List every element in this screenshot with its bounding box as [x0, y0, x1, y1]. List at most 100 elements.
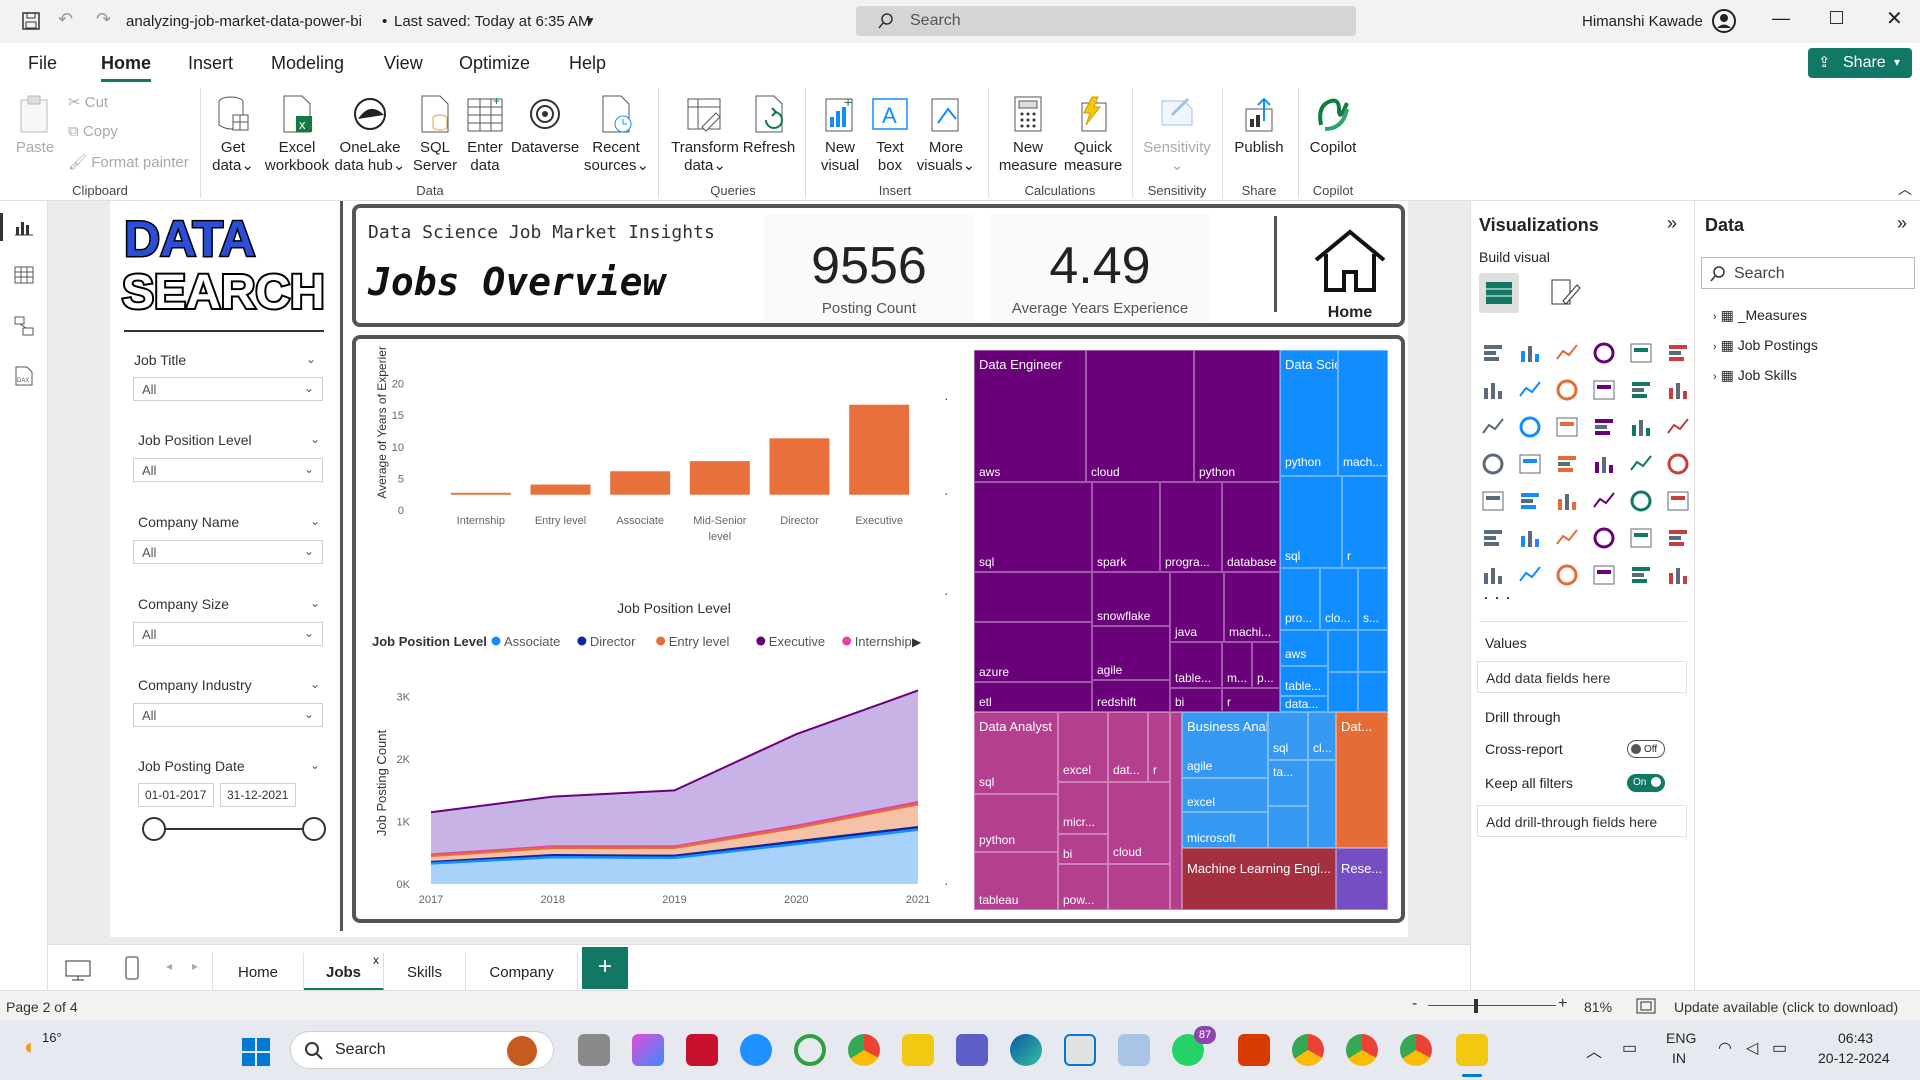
- treemap-cell[interactable]: machi...: [1224, 572, 1280, 642]
- menu-home[interactable]: Home: [101, 53, 151, 74]
- date-slider-start-handle[interactable]: [142, 817, 166, 841]
- share-button[interactable]: ⇪ Share ▾: [1808, 48, 1912, 78]
- store-icon[interactable]: [1064, 1034, 1096, 1066]
- minimize-button[interactable]: —: [1772, 8, 1790, 29]
- redo-icon[interactable]: ↷: [96, 9, 111, 30]
- chevron-down-icon[interactable]: ⌄: [310, 758, 320, 772]
- line-stacked-icon[interactable]: [1481, 415, 1505, 439]
- taskbar-search[interactable]: Search: [290, 1031, 554, 1069]
- treemap-cell[interactable]: m...: [1222, 642, 1252, 688]
- treemap-cell[interactable]: r: [1148, 712, 1170, 782]
- mobile-layout-icon[interactable]: [124, 955, 140, 981]
- r-visual-icon[interactable]: [1666, 489, 1690, 513]
- update-notice[interactable]: Update available (click to download): [1674, 999, 1898, 1015]
- menu-modeling[interactable]: Modeling: [271, 53, 344, 74]
- treemap-cell[interactable]: [1108, 864, 1170, 910]
- treemap-cell[interactable]: cloud: [1086, 350, 1194, 482]
- menu-insert[interactable]: Insert: [188, 53, 233, 74]
- cut-button[interactable]: ✂ Cut: [68, 93, 108, 111]
- 100-column-icon[interactable]: [1666, 341, 1690, 365]
- table-view-icon[interactable]: [14, 265, 34, 285]
- copilot-app-icon[interactable]: [632, 1034, 664, 1066]
- pie-chart-icon[interactable]: [1629, 415, 1653, 439]
- treemap-cell[interactable]: redshift: [1092, 680, 1170, 712]
- battery-icon[interactable]: ▭: [1772, 1038, 1787, 1058]
- key-influencers-icon[interactable]: [1518, 526, 1542, 550]
- combo-icon[interactable]: [1518, 415, 1542, 439]
- chrome-profile-icon[interactable]: [1400, 1034, 1432, 1066]
- publish-button[interactable]: Publish: [1228, 93, 1290, 157]
- donut-chart-icon[interactable]: [1666, 415, 1690, 439]
- treemap-cell[interactable]: [1308, 760, 1336, 848]
- treemap-cell[interactable]: microsoft: [1182, 812, 1268, 848]
- table-item-job-skills[interactable]: › ▦ Job Skills: [1713, 367, 1797, 384]
- slicer-icon[interactable]: [1555, 489, 1579, 513]
- area-chart-icon[interactable]: [1518, 378, 1542, 402]
- chevron-down-icon[interactable]: ⌄: [306, 352, 316, 366]
- enter-data-button[interactable]: + Enter data: [462, 93, 508, 175]
- treemap-cell[interactable]: sql: [974, 482, 1092, 572]
- matrix-icon[interactable]: [1629, 489, 1653, 513]
- close-button[interactable]: ✕: [1886, 6, 1903, 31]
- treemap-cell[interactable]: [1268, 806, 1308, 848]
- sensitivity-button[interactable]: Sensitivity ⌄: [1138, 93, 1216, 175]
- treemap-cell[interactable]: etl: [974, 682, 1092, 712]
- date-start-input[interactable]: 01-01-2017: [138, 783, 214, 807]
- tab-skills[interactable]: Skills: [384, 953, 466, 991]
- metrics-icon[interactable]: [1518, 563, 1542, 587]
- treemap-cell[interactable]: r: [1342, 476, 1388, 568]
- zoom-out-button[interactable]: -: [1412, 995, 1417, 1013]
- add-page-button[interactable]: +: [582, 947, 628, 989]
- power-automate-icon[interactable]: [1592, 563, 1616, 587]
- treemap-cell[interactable]: python: [1194, 350, 1280, 482]
- bar-chart-avg-experience[interactable]: 0 5 10 15 20Average of Years of Experien... I…: [364, 346, 938, 628]
- zoom-slider-handle[interactable]: [1474, 999, 1478, 1013]
- new-measure-button[interactable]: New measure: [994, 93, 1062, 175]
- format-painter-button[interactable]: 🖌 Format painter: [68, 153, 189, 171]
- treemap-cell[interactable]: bi: [1058, 834, 1108, 864]
- avatar[interactable]: [1712, 9, 1736, 33]
- treemap-skills-by-title[interactable]: Data Engineer aws cloud python sql spark …: [974, 350, 1388, 910]
- treemap-cell[interactable]: excel: [1182, 778, 1268, 812]
- treemap-icon[interactable]: [1481, 452, 1505, 476]
- remote-desktop-icon[interactable]: [1118, 1034, 1150, 1066]
- treemap-cell[interactable]: database: [1222, 482, 1280, 572]
- treemap-cell[interactable]: pro...: [1280, 568, 1320, 630]
- treemap-cell[interactable]: s...: [1358, 568, 1388, 630]
- treemap-cell[interactable]: Data Analyst sql: [974, 712, 1058, 794]
- stacked-area-icon[interactable]: [1555, 378, 1579, 402]
- desktop-layout-icon[interactable]: [64, 959, 92, 981]
- chevron-down-icon[interactable]: ⌄: [310, 677, 320, 691]
- treemap-cell[interactable]: table...: [1280, 666, 1328, 696]
- menu-optimize[interactable]: Optimize: [459, 53, 530, 74]
- gauge-icon[interactable]: [1629, 452, 1653, 476]
- clustered-column-icon[interactable]: [1592, 341, 1616, 365]
- scatter-icon[interactable]: [1592, 415, 1616, 439]
- maximize-button[interactable]: [1830, 11, 1843, 24]
- treemap-cell[interactable]: azure: [974, 622, 1092, 682]
- ai-icon[interactable]: [1666, 563, 1690, 587]
- treemap-cell[interactable]: cl...: [1308, 712, 1336, 760]
- recent-sources-button[interactable]: Recent sources⌄: [584, 93, 649, 175]
- prev-page-icon[interactable]: ◂: [166, 959, 172, 973]
- stacked-column-icon[interactable]: [1518, 341, 1542, 365]
- power-apps-icon[interactable]: [1555, 563, 1579, 587]
- more-visuals-button[interactable]: More visuals⌄: [912, 93, 980, 175]
- loader-app-icon[interactable]: [794, 1034, 826, 1066]
- fit-page-icon[interactable]: [1636, 998, 1656, 1014]
- search-box[interactable]: Search: [856, 6, 1356, 36]
- paginated-icon[interactable]: [1629, 526, 1653, 550]
- file-explorer-icon[interactable]: [902, 1034, 934, 1066]
- excel-button[interactable]: x Excel workbook: [262, 93, 332, 175]
- get-data-button[interactable]: Get data⌄: [208, 93, 258, 175]
- treemap-cell[interactable]: python: [974, 794, 1058, 852]
- treemap-cell[interactable]: tableau: [974, 852, 1058, 910]
- add-drill-through-well[interactable]: Add drill-through fields here: [1477, 805, 1687, 837]
- zoom-in-button[interactable]: +: [1558, 995, 1567, 1013]
- slicer-dropdown-company-size[interactable]: All ⌄: [133, 622, 323, 646]
- qna-icon[interactable]: [1592, 526, 1616, 550]
- build-visual-tab[interactable]: [1479, 273, 1519, 313]
- weather-icon[interactable]: ◐: [24, 1034, 37, 1060]
- table-item-measures[interactable]: › ▦ _Measures: [1713, 307, 1807, 324]
- help-app-icon[interactable]: [740, 1034, 772, 1066]
